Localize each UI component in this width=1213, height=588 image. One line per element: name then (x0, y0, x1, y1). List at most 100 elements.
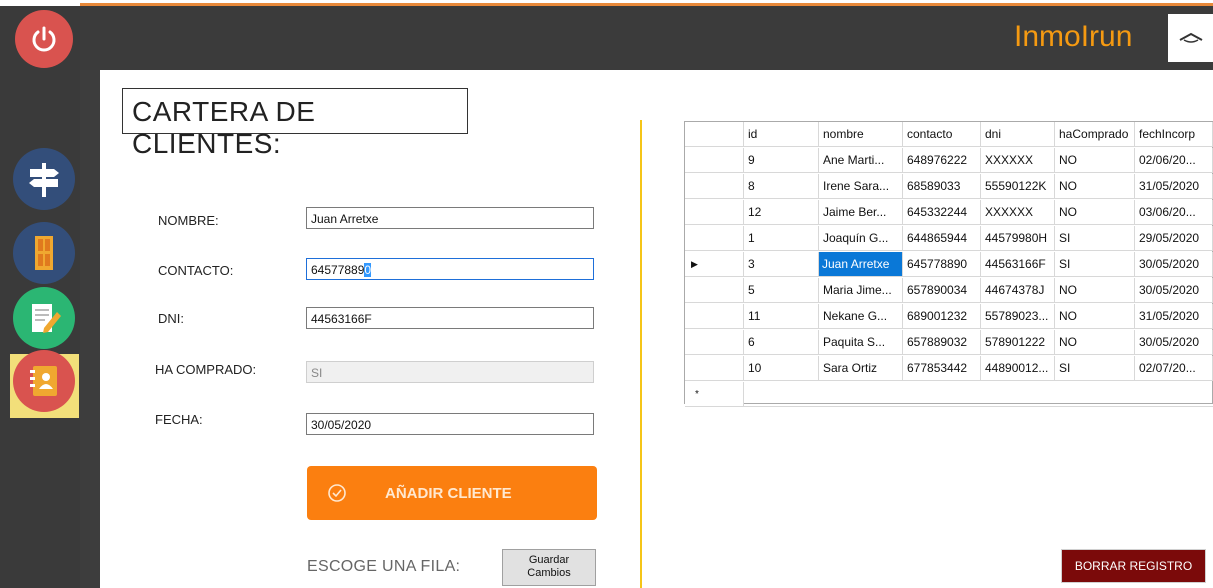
row-header[interactable] (685, 278, 744, 303)
table-cell-nombre[interactable]: Ane Marti... (819, 148, 903, 173)
new-row[interactable]: * (685, 382, 1213, 408)
table-cell-contacto[interactable]: 645332244 (903, 200, 981, 225)
table-cell-id[interactable]: 11 (744, 304, 819, 329)
table-cell-id[interactable]: 6 (744, 330, 819, 355)
row-header[interactable] (685, 148, 744, 173)
sidebar-item-doors[interactable] (13, 222, 75, 284)
table-cell-dni[interactable]: XXXXXX (981, 200, 1055, 225)
row-header[interactable] (685, 330, 744, 355)
table-cell-nombre[interactable]: Joaquín G... (819, 226, 903, 251)
table-cell-contacto[interactable]: 644865944 (903, 226, 981, 251)
table-cell-hacomprado[interactable]: NO (1055, 174, 1135, 199)
table-row[interactable]: 8 Irene Sara... 68589033 55590122K NO 31/05/2… (685, 174, 1213, 200)
table-cell-dni[interactable]: 578901222 (981, 330, 1055, 355)
dni-field[interactable]: 44563166F (306, 307, 594, 329)
page-title: CARTERA DE CLIENTES: (132, 96, 316, 159)
table-cell-id[interactable]: 8 (744, 174, 819, 199)
table-cell-fechincorp[interactable]: 02/07/20... (1135, 356, 1213, 381)
table-cell-contacto[interactable]: 657890034 (903, 278, 981, 303)
add-client-label: AÑADIR CLIENTE (385, 485, 512, 502)
table-row[interactable]: 5 Maria Jime... 657890034 44674378J NO 30/05/… (685, 278, 1213, 304)
table-row[interactable]: 11 Nekane G... 689001232 55789023... NO 31/05… (685, 304, 1213, 330)
column-header-nombre[interactable]: nombre (819, 122, 903, 147)
table-cell-hacomprado[interactable]: SI (1055, 226, 1135, 251)
table-cell-contacto[interactable]: 689001232 (903, 304, 981, 329)
table-cell-nombre[interactable]: Maria Jime... (819, 278, 903, 303)
row-header[interactable] (685, 356, 744, 381)
table-cell-fechincorp[interactable]: 31/05/2020 (1135, 304, 1213, 329)
fecha-field[interactable]: 30/05/2020 (306, 413, 594, 435)
power-button[interactable] (15, 10, 73, 68)
save-changes-button[interactable]: Guardar Cambios (502, 549, 596, 586)
delete-record-button[interactable]: BORRAR REGISTRO (1061, 549, 1206, 583)
column-header-fechincorp[interactable]: fechIncorp (1135, 122, 1213, 147)
table-cell-contacto[interactable]: 68589033 (903, 174, 981, 199)
table-cell-fechincorp[interactable]: 03/06/20... (1135, 200, 1213, 225)
nombre-field[interactable]: Juan Arretxe (306, 207, 594, 229)
table-cell-dni[interactable]: 44579980H (981, 226, 1055, 251)
table-header: id nombre contacto dni haComprado fechIn… (685, 122, 1213, 148)
table-cell-hacomprado[interactable]: NO (1055, 304, 1135, 329)
table-cell-fechincorp[interactable]: 02/06/20... (1135, 148, 1213, 173)
save-label-line1: Guardar (528, 554, 570, 566)
table-cell-id[interactable]: 1 (744, 226, 819, 251)
sidebar-item-edit[interactable] (13, 287, 75, 349)
row-header[interactable] (685, 226, 744, 251)
table-cell-hacomprado[interactable]: NO (1055, 148, 1135, 173)
table-cell-contacto[interactable]: 657889032 (903, 330, 981, 355)
table-cell-nombre[interactable]: Paquita S... (819, 330, 903, 355)
sidebar-item-clients[interactable] (13, 350, 75, 412)
table-cell-nombre[interactable]: Irene Sara... (819, 174, 903, 199)
row-header[interactable]: ▶ (685, 252, 744, 277)
table-row[interactable]: 10 Sara Ortiz 677853442 44890012... SI 02/07/… (685, 356, 1213, 382)
table-cell-fechincorp[interactable]: 30/05/2020 (1135, 330, 1213, 355)
column-header-contacto[interactable]: contacto (903, 122, 981, 147)
table-row[interactable]: 12 Jaime Ber... 645332244 XXXXXX NO 03/06/20.… (685, 200, 1213, 226)
table-row[interactable]: 6 Paquita S... 657889032 578901222 NO 30/05/2… (685, 330, 1213, 356)
table-cell-id[interactable]: 10 (744, 356, 819, 381)
choose-row-label: ESCOGE UNA FILA: (307, 558, 461, 575)
clients-table[interactable]: id nombre contacto dni haComprado fechIn… (684, 121, 1213, 407)
table-cell-id[interactable]: 5 (744, 278, 819, 303)
table-cell-id[interactable]: 9 (744, 148, 819, 173)
column-header-id[interactable]: id (744, 122, 819, 147)
table-cell-dni[interactable]: 55590122K (981, 174, 1055, 199)
table-cell-hacomprado[interactable]: SI (1055, 252, 1135, 277)
contacto-field[interactable]: 645778890 (306, 258, 594, 280)
table-cell-id[interactable]: 3 (744, 252, 819, 277)
table-cell-hacomprado[interactable]: NO (1055, 330, 1135, 355)
column-header-dni[interactable]: dni (981, 122, 1055, 147)
table-row[interactable]: ▶ 3 Juan Arretxe 645778890 44563166F SI 30/05/… (685, 252, 1213, 278)
table-cell-id[interactable]: 12 (744, 200, 819, 225)
table-cell-dni[interactable]: XXXXXX (981, 148, 1055, 173)
table-cell-fechincorp[interactable]: 29/05/2020 (1135, 226, 1213, 251)
table-cell-dni[interactable]: 55789023... (981, 304, 1055, 329)
sidebar-item-directions[interactable] (13, 148, 75, 210)
row-header[interactable] (685, 200, 744, 225)
row-header[interactable] (685, 174, 744, 199)
table-cell-fechincorp[interactable]: 30/05/2020 (1135, 278, 1213, 303)
table-cell-dni[interactable]: 44890012... (981, 356, 1055, 381)
table-cell-nombre[interactable]: Juan Arretxe (819, 252, 903, 277)
table-cell-fechincorp[interactable]: 31/05/2020 (1135, 174, 1213, 199)
table-cell-nombre[interactable]: Sara Ortiz (819, 356, 903, 381)
new-row-cell[interactable] (744, 382, 1213, 407)
table-cell-hacomprado[interactable]: NO (1055, 200, 1135, 225)
add-client-button[interactable]: AÑADIR CLIENTE (307, 466, 597, 520)
table-cell-nombre[interactable]: Nekane G... (819, 304, 903, 329)
column-header-hacomprado[interactable]: haComprado (1055, 122, 1135, 147)
table-row[interactable]: 1 Joaquín G... 644865944 44579980H SI 29/05/2… (685, 226, 1213, 252)
table-cell-contacto[interactable]: 648976222 (903, 148, 981, 173)
table-cell-contacto[interactable]: 677853442 (903, 356, 981, 381)
table-cell-fechincorp[interactable]: 30/05/2020 (1135, 252, 1213, 277)
table-cell-hacomprado[interactable]: NO (1055, 278, 1135, 303)
edit-icon (32, 304, 61, 333)
table-cell-dni[interactable]: 44674378J (981, 278, 1055, 303)
table-cell-hacomprado[interactable]: SI (1055, 356, 1135, 381)
table-cell-contacto[interactable]: 645778890 (903, 252, 981, 277)
table-cell-nombre[interactable]: Jaime Ber... (819, 200, 903, 225)
row-header[interactable] (685, 304, 744, 329)
comprado-field: SI (306, 361, 594, 383)
table-row[interactable]: 9 Ane Marti... 648976222 XXXXXX NO 02/06/20..… (685, 148, 1213, 174)
table-cell-dni[interactable]: 44563166F (981, 252, 1055, 277)
